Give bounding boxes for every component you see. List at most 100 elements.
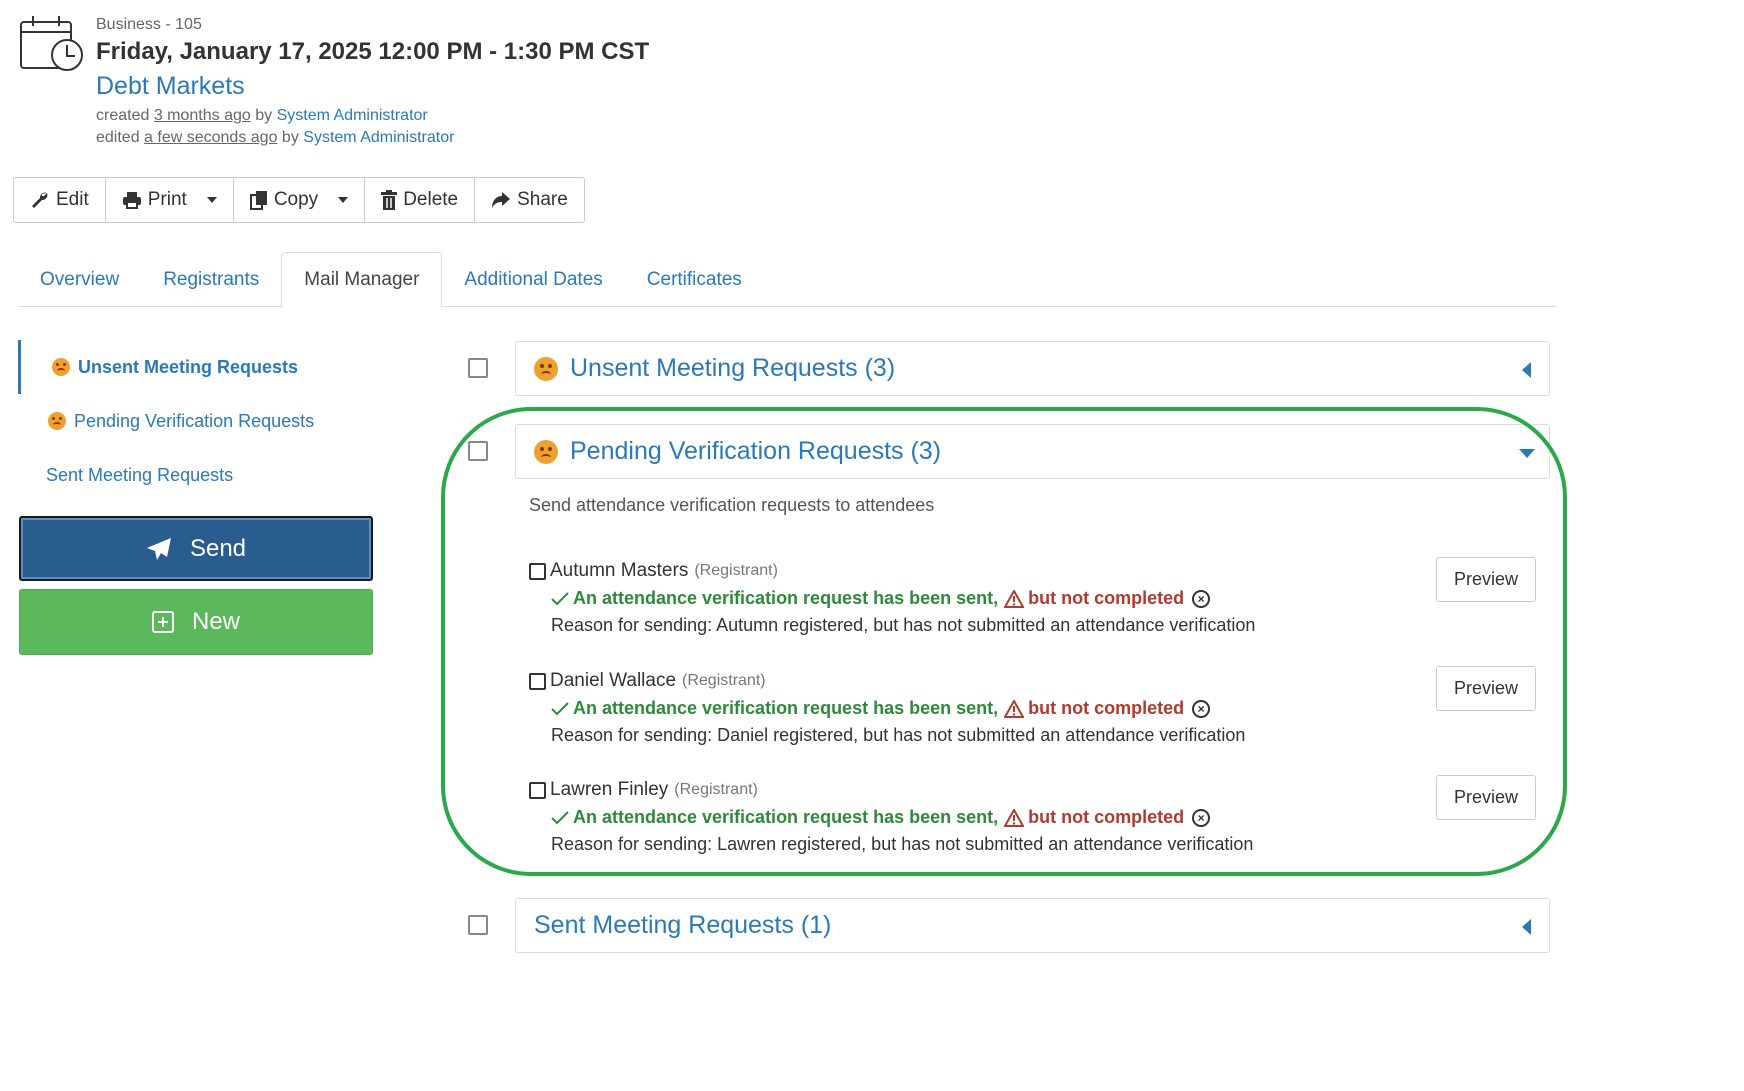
tab-additional-dates[interactable]: Additional Dates: [442, 252, 624, 307]
mail-sidenav: Unsent Meeting Requests Pending Verifica…: [18, 340, 378, 502]
delete-label: Delete: [403, 189, 459, 210]
sidenav-item-label: Pending Verification Requests: [74, 410, 315, 431]
preview-button[interactable]: Preview: [1436, 666, 1536, 711]
tab-overview[interactable]: Overview: [18, 252, 141, 307]
check-icon: [551, 810, 569, 824]
collapse-left-icon: [1522, 362, 1531, 378]
warning-icon: [1004, 589, 1025, 608]
status-ok-text: An attendance verification request has b…: [573, 807, 999, 827]
event-title[interactable]: Debt Markets: [96, 72, 796, 101]
send-button[interactable]: Send: [19, 516, 373, 581]
created-prefix: created: [96, 107, 150, 124]
edited-by-link[interactable]: System Administrator: [303, 129, 454, 146]
registrant-checkbox[interactable]: [529, 562, 546, 580]
collapse-left-icon: [1522, 919, 1531, 935]
registrant-row: Autumn Masters (Registrant) An attendanc…: [529, 560, 1539, 636]
status-ok-text: An attendance verification request has b…: [573, 698, 999, 718]
sent-panel-header[interactable]: Sent Meeting Requests (1): [515, 898, 1550, 953]
registrant-name: Lawren Finley: [550, 779, 669, 800]
edit-label: Edit: [56, 189, 89, 210]
share-label: Share: [517, 189, 568, 210]
created-by-label: by: [255, 107, 273, 124]
preview-button[interactable]: Preview: [1436, 775, 1536, 820]
copy-button[interactable]: Copy: [234, 178, 366, 222]
edited-line: edited a few seconds ago by System Admin…: [96, 129, 796, 147]
registrant-reason: Reason for sending: Lawren registered, b…: [551, 834, 1254, 854]
registrant-status: An attendance verification request has b…: [551, 698, 1539, 719]
edited-prefix: edited: [96, 129, 140, 146]
share-icon: [492, 192, 511, 208]
registrant-name: Daniel Wallace: [550, 670, 677, 691]
registrant-name-row: Lawren Finley (Registrant): [529, 779, 1539, 801]
registrant-name-row: Daniel Wallace (Registrant): [529, 670, 1539, 692]
pending-description: Send attendance verification requests to…: [529, 495, 935, 515]
print-caret-icon: [206, 197, 217, 203]
panel-title: Sent Meeting Requests (1): [534, 911, 831, 940]
warning-icon: [1004, 808, 1025, 827]
created-time: 3 months ago: [153, 107, 251, 124]
event-tabs: Overview Registrants Mail Manager Additi…: [18, 252, 1556, 308]
select-unsent-checkbox[interactable]: [468, 358, 488, 378]
cancel-circle-icon[interactable]: ×: [1192, 699, 1211, 718]
created-line: created 3 months ago by System Administr…: [96, 107, 796, 125]
sidenav-item-unsent[interactable]: Unsent Meeting Requests: [18, 340, 378, 394]
print-label: Print: [147, 189, 187, 210]
new-button[interactable]: New: [19, 589, 373, 655]
cancel-circle-icon[interactable]: ×: [1192, 589, 1211, 608]
copy-label: Copy: [273, 189, 319, 210]
tab-registrants[interactable]: Registrants: [141, 252, 281, 307]
registrant-role: (Registrant): [674, 781, 758, 798]
copy-caret-icon: [338, 197, 349, 203]
preview-button[interactable]: Preview: [1436, 557, 1536, 602]
registrant-role: (Registrant): [682, 672, 766, 689]
unsent-panel-header[interactable]: Unsent Meeting Requests (3): [515, 341, 1550, 396]
panel-title: Pending Verification Requests (3): [534, 437, 941, 466]
sent-panel-title: Sent Meeting Requests (1): [534, 911, 832, 939]
event-meta: Business - 105 Friday, January 17, 2025 …: [96, 16, 796, 147]
pending-panel-header[interactable]: Pending Verification Requests (3): [515, 424, 1550, 479]
registrant-checkbox[interactable]: [529, 781, 546, 799]
sidenav-item-label: Unsent Meeting Requests: [78, 356, 299, 377]
tab-mail-manager[interactable]: Mail Manager: [281, 252, 443, 308]
registrant-status: An attendance verification request has b…: [551, 807, 1539, 828]
plus-square-icon: [151, 611, 174, 633]
status-warn-text: but not completed: [1028, 698, 1185, 718]
unsent-panel-title: Unsent Meeting Requests (3): [570, 354, 896, 382]
printer-icon: [122, 192, 141, 209]
expand-down-icon: [1519, 449, 1535, 458]
edited-by-label: by: [281, 129, 299, 146]
cancel-circle-icon[interactable]: ×: [1192, 808, 1211, 827]
warning-icon: [1004, 699, 1025, 718]
frown-icon: [534, 439, 558, 464]
sidenav-item-sent[interactable]: Sent Meeting Requests: [18, 448, 378, 502]
event-category: Business - 105: [96, 16, 202, 33]
sidenav-item-pending[interactable]: Pending Verification Requests: [18, 394, 378, 448]
delete-button[interactable]: Delete: [365, 178, 476, 222]
registrant-checkbox[interactable]: [529, 672, 546, 690]
registrant-name: Autumn Masters: [550, 560, 689, 581]
new-label: New: [191, 608, 240, 635]
status-warn-text: but not completed: [1028, 588, 1185, 608]
registrant-row: Lawren Finley (Registrant) An attendance…: [529, 779, 1539, 855]
share-button[interactable]: Share: [475, 178, 584, 222]
tab-certificates[interactable]: Certificates: [625, 252, 764, 307]
event-datetime: Friday, January 17, 2025 12:00 PM - 1:30…: [96, 38, 650, 65]
status-ok-text: An attendance verification request has b…: [573, 588, 999, 608]
registrant-role: (Registrant): [694, 562, 778, 579]
wrench-icon: [32, 192, 48, 208]
status-warn-text: but not completed: [1028, 807, 1185, 827]
check-icon: [551, 591, 569, 605]
frown-icon: [48, 412, 66, 430]
registrant-reason: Reason for sending: Daniel registered, b…: [551, 725, 1246, 745]
calendar-clock-icon: [20, 16, 83, 71]
copy-icon: [249, 191, 267, 210]
edit-button[interactable]: Edit: [14, 178, 106, 222]
registrant-row: Daniel Wallace (Registrant) An attendanc…: [529, 670, 1539, 746]
registrant-reason: Reason for sending: Autumn registered, b…: [551, 615, 1256, 635]
select-sent-checkbox[interactable]: [468, 915, 488, 935]
created-by-link[interactable]: System Administrator: [277, 107, 428, 124]
select-pending-checkbox[interactable]: [468, 441, 488, 461]
pending-panel-title: Pending Verification Requests (3): [570, 437, 942, 465]
print-button[interactable]: Print: [106, 178, 234, 222]
frown-icon: [52, 358, 70, 376]
